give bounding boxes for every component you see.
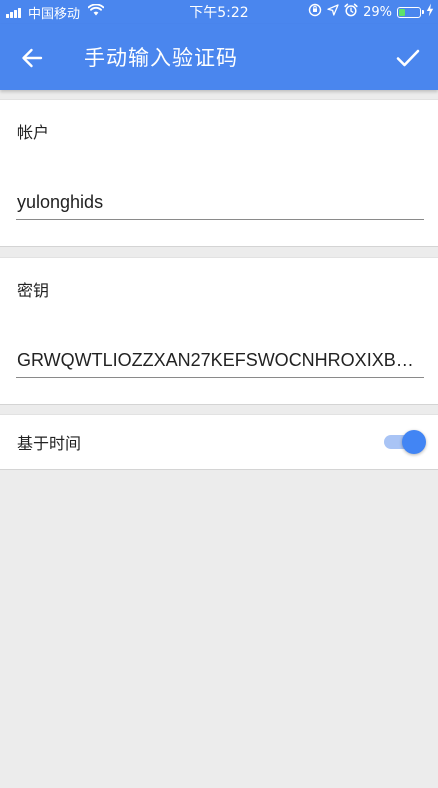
carrier-name: 中国移动 bbox=[28, 6, 81, 22]
location-icon bbox=[327, 4, 339, 20]
battery-icon bbox=[397, 6, 424, 18]
arrow-left-icon bbox=[22, 48, 43, 68]
status-bar-right: 29% bbox=[308, 0, 434, 24]
alarm-icon bbox=[344, 3, 358, 21]
time-based-toggle[interactable] bbox=[384, 430, 426, 454]
key-card: 密钥 GRWQWTLIOZZXAN27KEFSWOCNHROXIXBSOZ bbox=[0, 257, 438, 405]
account-value: yulonghids bbox=[17, 192, 104, 212]
page-title: 手动输入验证码 bbox=[84, 46, 238, 70]
toggle-thumb bbox=[402, 430, 426, 454]
account-label: 帐户 bbox=[17, 123, 50, 142]
account-input[interactable]: yulonghids bbox=[16, 184, 424, 220]
account-card: 帐户 yulonghids bbox=[0, 99, 438, 247]
signal-icon bbox=[6, 6, 21, 18]
charging-icon bbox=[426, 3, 434, 21]
clock-text: 下午5:22 bbox=[189, 5, 249, 21]
back-button[interactable] bbox=[14, 40, 50, 76]
confirm-button[interactable] bbox=[390, 40, 426, 76]
app-bar: 手动输入验证码 bbox=[0, 24, 438, 90]
status-bar: 中国移动 下午5:22 29% bbox=[0, 0, 438, 24]
battery-percent: 29% bbox=[363, 4, 392, 20]
check-icon bbox=[396, 49, 420, 67]
key-value: GRWQWTLIOZZXAN27KEFSWOCNHROXIXBSOZ bbox=[17, 350, 424, 370]
orientation-lock-icon bbox=[308, 3, 322, 21]
key-input[interactable]: GRWQWTLIOZZXAN27KEFSWOCNHROXIXBSOZ bbox=[16, 342, 424, 378]
time-based-label: 基于时间 bbox=[17, 434, 82, 453]
battery-level-fill bbox=[399, 8, 405, 16]
status-bar-left: 中国移动 bbox=[6, 0, 105, 24]
wifi-icon bbox=[87, 3, 105, 20]
key-label: 密钥 bbox=[17, 281, 50, 300]
screen: 中国移动 下午5:22 29% 手动输入验证码 帐户 yulonghids 密钥… bbox=[0, 0, 438, 788]
time-based-row: 基于时间 bbox=[0, 414, 438, 470]
